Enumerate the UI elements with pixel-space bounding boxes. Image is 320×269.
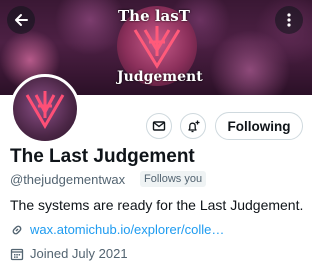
more-options-button[interactable] <box>275 6 303 34</box>
user-handle: @thejudgementwax <box>10 172 126 187</box>
more-vertical-icon <box>287 13 291 27</box>
message-button[interactable] <box>146 113 172 139</box>
display-name: The Last Judgement <box>10 146 195 167</box>
profile-link-row[interactable]: wax.atomichub.io/explorer/colle… <box>10 222 224 237</box>
arrow-left-icon <box>15 14 28 26</box>
banner-subtitle: Judgement <box>117 69 203 85</box>
joined-date: Joined July 2021 <box>30 246 128 261</box>
notifications-button[interactable] <box>180 113 206 139</box>
profile-link[interactable]: wax.atomichub.io/explorer/colle… <box>30 222 224 237</box>
back-button[interactable] <box>7 6 35 34</box>
profile-bio: The systems are ready for the Last Judge… <box>10 197 304 213</box>
joined-date-row: Joined July 2021 <box>10 246 128 261</box>
following-button[interactable]: Following <box>215 112 303 140</box>
follows-you-badge: Follows you <box>140 171 207 187</box>
avatar[interactable] <box>10 74 80 144</box>
banner-title: The lasT <box>118 7 190 25</box>
mail-icon <box>152 121 166 131</box>
calendar-icon <box>10 247 24 261</box>
link-icon <box>10 223 24 237</box>
bell-plus-icon <box>187 120 199 132</box>
